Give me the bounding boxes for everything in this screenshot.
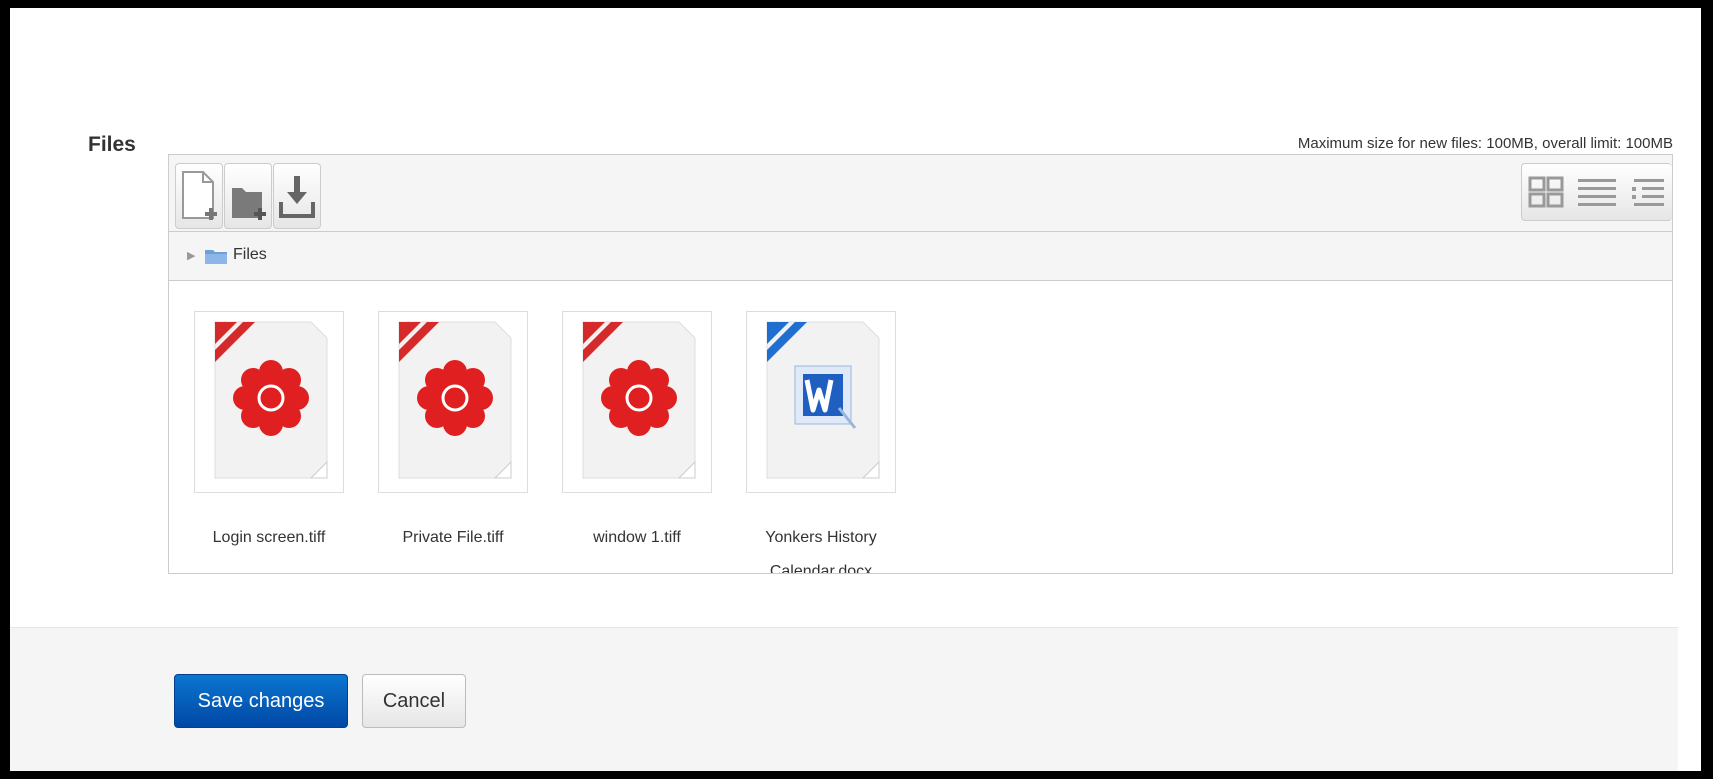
file-item[interactable]: Private File.tiff <box>353 311 553 573</box>
image-file-icon <box>398 321 512 479</box>
view-mode-group <box>1521 163 1672 221</box>
image-file-icon <box>582 321 696 479</box>
view-tree-icon <box>1632 179 1664 206</box>
add-file-button[interactable] <box>175 163 223 229</box>
path-bar: ▶ Files <box>169 232 1672 281</box>
download-button[interactable] <box>273 163 321 229</box>
file-thumbnail[interactable] <box>562 311 712 493</box>
view-icons-button[interactable] <box>1522 164 1572 220</box>
view-details-icon <box>1578 179 1616 206</box>
file-list: Login screen.tiff Private File.tiff wind… <box>169 281 1672 573</box>
max-size-info: Maximum size for new files: 100MB, overa… <box>1297 135 1673 152</box>
save-changes-button[interactable]: Save changes <box>174 674 348 728</box>
folder-icon <box>205 250 227 264</box>
file-manager: ▶ Files Login screen.tiff Private File.t… <box>168 154 1673 574</box>
file-thumbnail[interactable] <box>378 311 528 493</box>
file-item[interactable]: Yonkers History Calendar.docx <box>721 311 921 573</box>
page-frame: Files Maximum size for new files: 100MB,… <box>10 8 1701 771</box>
create-folder-icon <box>232 188 266 220</box>
image-file-icon <box>214 321 328 479</box>
create-folder-button[interactable] <box>224 163 272 229</box>
form-footer: Save changes Cancel <box>10 627 1678 771</box>
file-manager-toolbar <box>169 155 1672 232</box>
file-item[interactable]: Login screen.tiff <box>169 311 369 573</box>
expand-caret-icon[interactable]: ▶ <box>187 249 195 262</box>
view-details-button[interactable] <box>1572 164 1622 220</box>
file-name: Yonkers History Calendar.docx <box>765 529 877 573</box>
file-name: window 1.tiff <box>593 529 681 546</box>
file-item[interactable]: window 1.tiff <box>537 311 737 573</box>
file-name: Private File.tiff <box>402 529 504 546</box>
cancel-button[interactable]: Cancel <box>362 674 466 728</box>
view-icons-icon <box>1528 176 1564 208</box>
file-name: Login screen.tiff <box>212 529 326 546</box>
files-field-label: Files <box>88 133 136 156</box>
view-tree-button[interactable] <box>1622 164 1672 220</box>
download-icon <box>279 176 315 218</box>
word-document-icon <box>766 321 880 479</box>
file-thumbnail[interactable] <box>194 311 344 493</box>
add-file-icon <box>182 171 217 220</box>
path-files-link[interactable]: Files <box>233 246 267 264</box>
file-thumbnail[interactable] <box>746 311 896 493</box>
